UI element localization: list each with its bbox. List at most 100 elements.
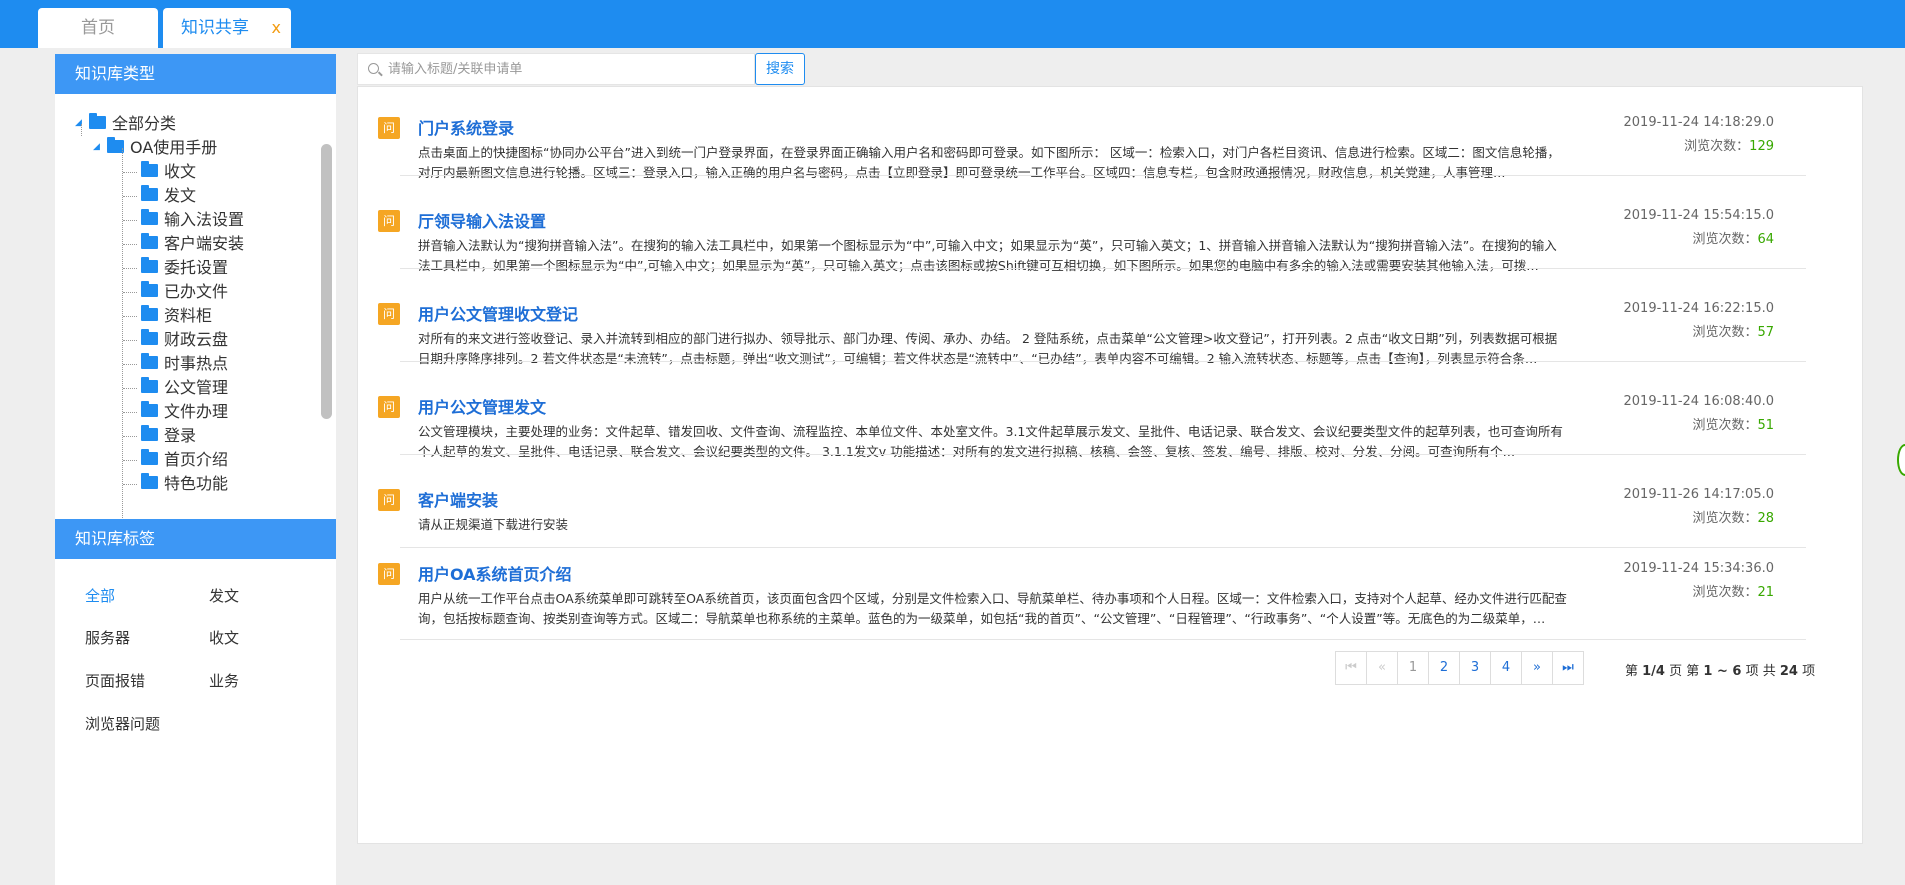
question-icon: 问 xyxy=(378,303,400,325)
item-date: 2019-11-24 16:22:15.0 xyxy=(1623,301,1774,316)
tree-node-label: 首页介绍 xyxy=(164,450,229,469)
folder-icon xyxy=(141,209,158,225)
tree-node-label: 公文管理 xyxy=(164,378,229,397)
question-icon: 问 xyxy=(378,489,400,511)
divider-line xyxy=(400,175,1806,176)
pager-text: 共 xyxy=(1762,664,1780,679)
views-label: 浏览次数： xyxy=(1692,418,1758,433)
tag-shouwen[interactable]: 收文 xyxy=(209,627,239,648)
tree-node-item[interactable]: 公文管理 xyxy=(75,376,325,400)
knowledge-type-title: 知识库类型 xyxy=(55,54,336,94)
folder-icon xyxy=(141,161,158,177)
tree-node-item[interactable]: 发文 xyxy=(75,184,325,208)
page-button-3[interactable]: 3 xyxy=(1459,651,1491,685)
collapse-triangle-icon[interactable]: ◢ xyxy=(93,135,107,159)
tree-connector xyxy=(123,388,137,389)
item-title[interactable]: 用户公文管理发文 xyxy=(418,394,546,418)
tree-connector xyxy=(123,460,137,461)
top-bar: 首页 知识共享 x xyxy=(0,0,1905,48)
item-date: 2019-11-24 16:08:40.0 xyxy=(1623,394,1774,409)
folder-icon xyxy=(141,425,158,441)
tree-node-item[interactable]: 登录 xyxy=(75,424,325,448)
tab-knowledge-share-label: 知识共享 xyxy=(181,18,249,38)
tag-list: 全部 发文 服务器 收文 页面报错 业务 浏览器问题 xyxy=(55,559,336,839)
tree-node-label: 收文 xyxy=(164,162,197,181)
floating-widget-icon[interactable] xyxy=(1897,444,1905,476)
views-label: 浏览次数： xyxy=(1692,585,1758,600)
close-icon[interactable]: x xyxy=(272,8,281,48)
next-page-button[interactable]: » xyxy=(1521,651,1553,685)
tab-knowledge-share[interactable]: 知识共享 x xyxy=(163,8,291,48)
tree-node-item[interactable]: 财政云盘 xyxy=(75,328,325,352)
tag-page-error[interactable]: 页面报错 xyxy=(85,670,145,691)
tag-fawen[interactable]: 发文 xyxy=(209,585,239,606)
sidebar: 知识库类型 ◢ 全部分类 ◢ OA使用手册 收文 发文 输入法设置 客户端安装 委托设置 已办… xyxy=(55,54,336,885)
tag-all[interactable]: 全部 xyxy=(85,585,115,606)
item-title[interactable]: 用户公文管理收文登记 xyxy=(418,301,578,325)
search-input[interactable] xyxy=(388,54,748,84)
tree-node-label: 委托设置 xyxy=(164,258,229,277)
tree-scrollbar[interactable] xyxy=(321,144,332,419)
item-views: 浏览次数：51 xyxy=(1692,414,1774,433)
item-title[interactable]: 用户OA系统首页介绍 xyxy=(418,561,572,585)
page-button-2[interactable]: 2 xyxy=(1428,651,1460,685)
pager-text: 页 xyxy=(1664,664,1683,679)
tree-connector xyxy=(123,220,137,221)
tree-node-item[interactable]: 输入法设置 xyxy=(75,208,325,232)
collapse-triangle-icon[interactable]: ◢ xyxy=(75,111,89,135)
tree-connector xyxy=(123,196,137,197)
item-description: 请从正规渠道下载进行安装 xyxy=(418,517,569,532)
folder-icon xyxy=(141,305,158,321)
prev-page-button[interactable]: « xyxy=(1366,651,1398,685)
folder-icon xyxy=(141,257,158,273)
folder-icon xyxy=(141,401,158,417)
tree-node-item[interactable]: 文件办理 xyxy=(75,400,325,424)
tag-server[interactable]: 服务器 xyxy=(85,627,130,648)
tree-node-label: 输入法设置 xyxy=(164,210,245,229)
pager-text: 第 xyxy=(1686,664,1704,679)
pager-text: 项 xyxy=(1797,664,1816,679)
item-title[interactable]: 厅领导输入法设置 xyxy=(418,208,546,232)
tree-node-label: 特色功能 xyxy=(164,474,229,493)
item-views: 浏览次数：28 xyxy=(1692,507,1774,526)
tree-node-item[interactable]: 已办文件 xyxy=(75,280,325,304)
page-button-4[interactable]: 4 xyxy=(1490,651,1522,685)
pager-text: 第 xyxy=(1625,664,1643,679)
tag-browser-issue[interactable]: 浏览器问题 xyxy=(85,713,160,734)
item-views: 浏览次数：21 xyxy=(1692,581,1774,600)
tree-connector xyxy=(123,292,137,293)
tree-node-root[interactable]: ◢ 全部分类 xyxy=(75,112,325,136)
tree-node-label: 时事热点 xyxy=(164,354,229,373)
views-count: 129 xyxy=(1749,139,1774,154)
item-views: 浏览次数：64 xyxy=(1692,228,1774,247)
tree-node-label: 文件办理 xyxy=(164,402,229,421)
page-button-1[interactable]: 1 xyxy=(1397,651,1429,685)
tree-node-label: 财政云盘 xyxy=(164,330,229,349)
item-description: 点击桌面上的快捷图标“协同办公平台”进入到统一门户登录界面，在登录界面正确输入用… xyxy=(418,145,1560,180)
tree-node-item[interactable]: 时事热点 xyxy=(75,352,325,376)
pagination: ⏮ « 1 2 3 4 » ⏭ xyxy=(1335,651,1584,685)
item-description: 拼音输入法默认为“搜狗拼音输入法”。在搜狗的输入法工具栏中，如果第一个图标显示为… xyxy=(418,238,1557,273)
folder-icon xyxy=(141,473,158,489)
search-icon xyxy=(368,63,379,74)
last-page-button[interactable]: ⏭ xyxy=(1552,651,1584,685)
folder-icon xyxy=(141,281,158,297)
tree-node-item[interactable]: 特色功能 xyxy=(75,472,325,496)
tree-node-item[interactable]: 首页介绍 xyxy=(75,448,325,472)
item-description: 公文管理模块，主要处理的业务：文件起草、错发回收、文件查询、流程监控、本单位文件… xyxy=(418,424,1563,459)
tag-business[interactable]: 业务 xyxy=(209,670,239,691)
search-button[interactable]: 搜索 xyxy=(755,53,805,85)
tree-node-item[interactable]: 委托设置 xyxy=(75,256,325,280)
tree-node-group[interactable]: ◢ OA使用手册 xyxy=(75,136,325,160)
views-count: 21 xyxy=(1757,585,1774,600)
item-title[interactable]: 客户端安装 xyxy=(418,487,498,511)
tree-node-label: OA使用手册 xyxy=(130,138,218,157)
tree-node-item[interactable]: 资料柜 xyxy=(75,304,325,328)
first-page-button[interactable]: ⏮ xyxy=(1335,651,1367,685)
item-title[interactable]: 门户系统登录 xyxy=(418,115,514,139)
tree-node-item[interactable]: 客户端安装 xyxy=(75,232,325,256)
knowledge-tag-title: 知识库标签 xyxy=(55,519,336,559)
tree-node-item[interactable]: 收文 xyxy=(75,160,325,184)
tab-home[interactable]: 首页 xyxy=(38,8,158,48)
folder-icon xyxy=(141,377,158,393)
